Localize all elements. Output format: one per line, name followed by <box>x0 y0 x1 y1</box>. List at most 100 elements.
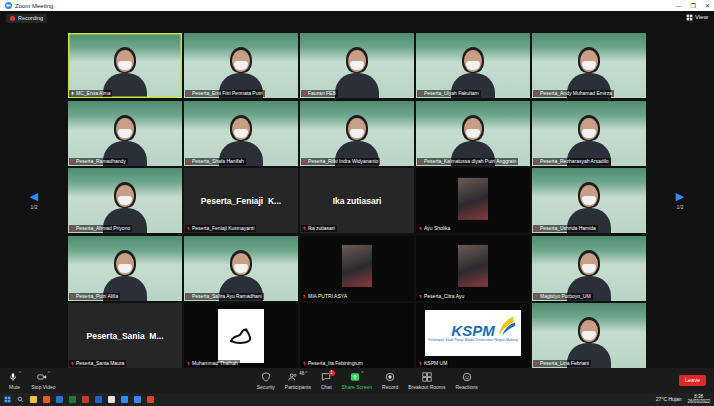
participant-name: Peserta_Sania Maura <box>76 360 124 367</box>
icon-row: ^ <box>350 372 363 383</box>
participant-tile[interactable]: Peserta_Shafa Hanifah <box>184 101 298 166</box>
weather-widget[interactable]: 27°C Hujan <box>656 397 682 403</box>
next-page[interactable]: ▶1/2 <box>646 33 714 368</box>
toolbar-button[interactable]: ^Stop Video <box>31 372 55 390</box>
profile-picture <box>458 245 488 287</box>
menu-caret[interactable]: ^ <box>48 372 50 377</box>
prev-arrow-icon[interactable]: ◀ <box>30 191 38 202</box>
people-icon <box>288 372 298 382</box>
participant-tile[interactable]: Ayu Sholika <box>416 168 530 233</box>
taskbar-app-icon[interactable] <box>147 396 154 403</box>
muted-mic-icon <box>534 226 539 231</box>
muted-mic-icon <box>186 159 191 164</box>
menu-caret[interactable]: ^ <box>361 372 363 377</box>
speaker-frame <box>416 303 530 368</box>
participant-tile[interactable]: Fauzan FEB <box>300 33 414 98</box>
participant-label: Peserta_Rifki Indra Widyananto <box>301 158 380 165</box>
muted-mic-icon <box>70 294 75 299</box>
maximize-button[interactable]: ❐ <box>691 3 696 9</box>
toolbar-button[interactable]: 48^Participants <box>285 372 311 390</box>
participant-tile[interactable]: Peserta_Safira Ayu Ramadhani <box>184 236 298 301</box>
participant-tile[interactable]: Peserta_Andy Muhamad Emirza <box>532 33 646 98</box>
prev-page[interactable]: ◀1/2 <box>0 33 68 368</box>
speaker-frame <box>416 101 530 166</box>
taskbar-app-icon[interactable] <box>56 396 63 403</box>
speaker-frame <box>184 303 298 368</box>
participant-name: MC_Ervia Alma <box>76 90 110 97</box>
participant-tile[interactable]: Muhammad Thalhah <box>184 303 298 368</box>
recording-indicator[interactable]: Recording <box>6 14 47 23</box>
view-button[interactable]: View <box>686 14 708 21</box>
participant-tile[interactable]: KSPMKelompok Studi Pasar Modal Universit… <box>416 303 530 368</box>
toolbar-button[interactable]: Security <box>257 372 275 390</box>
participant-tile[interactable]: Peserta_Erni Fitri Permata Putri <box>184 33 298 98</box>
participant-display-name: Peserta_Sania M... <box>68 303 182 368</box>
participant-tile[interactable]: Peserta_Kalmatussa diyah Putri Anggrain <box>416 101 530 166</box>
speaker-frame <box>532 101 646 166</box>
profile-picture <box>458 177 488 219</box>
participant-label: Peserta_Ira Febiningrum <box>301 360 365 367</box>
participant-name: Peserta_Andy Muhamad Emirza <box>540 90 612 97</box>
participant-tile[interactable]: Peserta_Putri Alifia <box>68 236 182 301</box>
participant-tile[interactable]: MC_Ervia Alma <box>68 33 182 98</box>
participant-tile[interactable]: Peserta_Feniaji K...Peserta_Feniaji Kusm… <box>184 168 298 233</box>
participant-name: Magistyo Purboyo_UM <box>540 293 591 300</box>
participant-label: Ika zutiasari <box>301 225 337 232</box>
toolbar-button[interactable]: Reactions <box>455 372 477 390</box>
grid-icon <box>686 14 693 21</box>
minimize-button[interactable]: — <box>676 3 682 9</box>
logo-title: KSPM <box>451 323 494 338</box>
taskbar-app-icon[interactable] <box>121 396 128 403</box>
toolbar-button[interactable]: 1Chat <box>321 372 332 390</box>
taskbar-app-icon[interactable] <box>134 396 141 403</box>
participant-label: Fauzan FEB <box>301 90 338 97</box>
toolbar-button[interactable]: Breakout Rooms <box>408 372 445 390</box>
participant-tile[interactable]: Peserta_Lina Febriani <box>532 303 646 368</box>
participant-label: Peserta_Rezharasyah Arsadilo <box>533 158 611 165</box>
taskbar-app-icon[interactable] <box>43 396 50 403</box>
recording-label: Recording <box>18 15 43 22</box>
participant-display-name: Peserta_Feniaji K... <box>184 168 298 233</box>
clock[interactable]: 8:3826/03/2022 <box>687 395 710 405</box>
participant-tile[interactable]: Magistyo Purboyo_UM <box>532 236 646 301</box>
title-group: Zoom Meeting <box>5 2 53 9</box>
participant-tile[interactable]: Peserta_Ulyah Fakultam <box>416 33 530 98</box>
participant-name: KSPM UM <box>424 360 447 367</box>
taskbar-app-icon[interactable] <box>108 396 115 403</box>
participant-tile[interactable]: Peserta_Rifki Indra Widyananto <box>300 101 414 166</box>
participant-name: Peserta_Rezharasyah Arsadilo <box>540 158 609 165</box>
participant-tile[interactable]: MIA PUTRI ASYA <box>300 236 414 301</box>
toolbar-button[interactable]: Record <box>382 372 398 390</box>
participant-tile[interactable]: Peserta_Rezharasyah Arsadilo <box>532 101 646 166</box>
participant-tile[interactable]: Ika zutiasariIka zutiasari <box>300 168 414 233</box>
participant-label: Peserta_Safira Ayu Ramadhani <box>185 293 264 300</box>
taskbar-app-icon[interactable] <box>95 396 102 403</box>
meeting-area: Recording View ◀1/2 MC_Ervia Alma Peserta_Er… <box>0 11 714 368</box>
next-arrow-icon[interactable]: ▶ <box>676 191 684 202</box>
participant-name: Peserta_Putri Alifia <box>76 293 118 300</box>
icon-row: ^ <box>37 372 50 383</box>
participant-tile[interactable]: Peserta_Ira Febiningrum <box>300 303 414 368</box>
close-button[interactable]: ✕ <box>705 3 710 9</box>
menu-caret[interactable]: ^ <box>305 372 307 377</box>
toolbar-button[interactable]: ^ Mute <box>8 372 21 390</box>
participant-label: Peserta_Putri Alifia <box>69 293 120 300</box>
participant-tile[interactable]: Peserta_Ramadhandy <box>68 101 182 166</box>
participant-name: Muhammad Thalhah <box>192 360 238 367</box>
toolbar-label: Share Screen <box>342 384 373 390</box>
taskbar-app-icon[interactable] <box>30 396 37 403</box>
toolbar-label: Reactions <box>455 384 477 390</box>
participant-tile[interactable]: Peserta_Ahmad Priyono <box>68 168 182 233</box>
participant-tile[interactable]: Peserta_Citra Ayu <box>416 236 530 301</box>
menu-caret[interactable]: ^ <box>19 372 21 377</box>
participant-tile[interactable]: Peserta_Ushrida Hamida <box>532 168 646 233</box>
icon-row <box>422 372 432 383</box>
leave-button[interactable]: Leave <box>679 375 706 386</box>
muted-mic-icon <box>70 159 75 164</box>
taskbar-app-icon[interactable] <box>82 396 89 403</box>
participant-tile[interactable]: Peserta_Sania M...Peserta_Sania Maura <box>68 303 182 368</box>
toolbar-label: Mute <box>9 384 20 390</box>
toolbar-button[interactable]: ^ Share Screen <box>342 372 373 390</box>
toolbar-label: Participants <box>285 384 311 390</box>
taskbar-app-icon[interactable] <box>69 396 76 403</box>
